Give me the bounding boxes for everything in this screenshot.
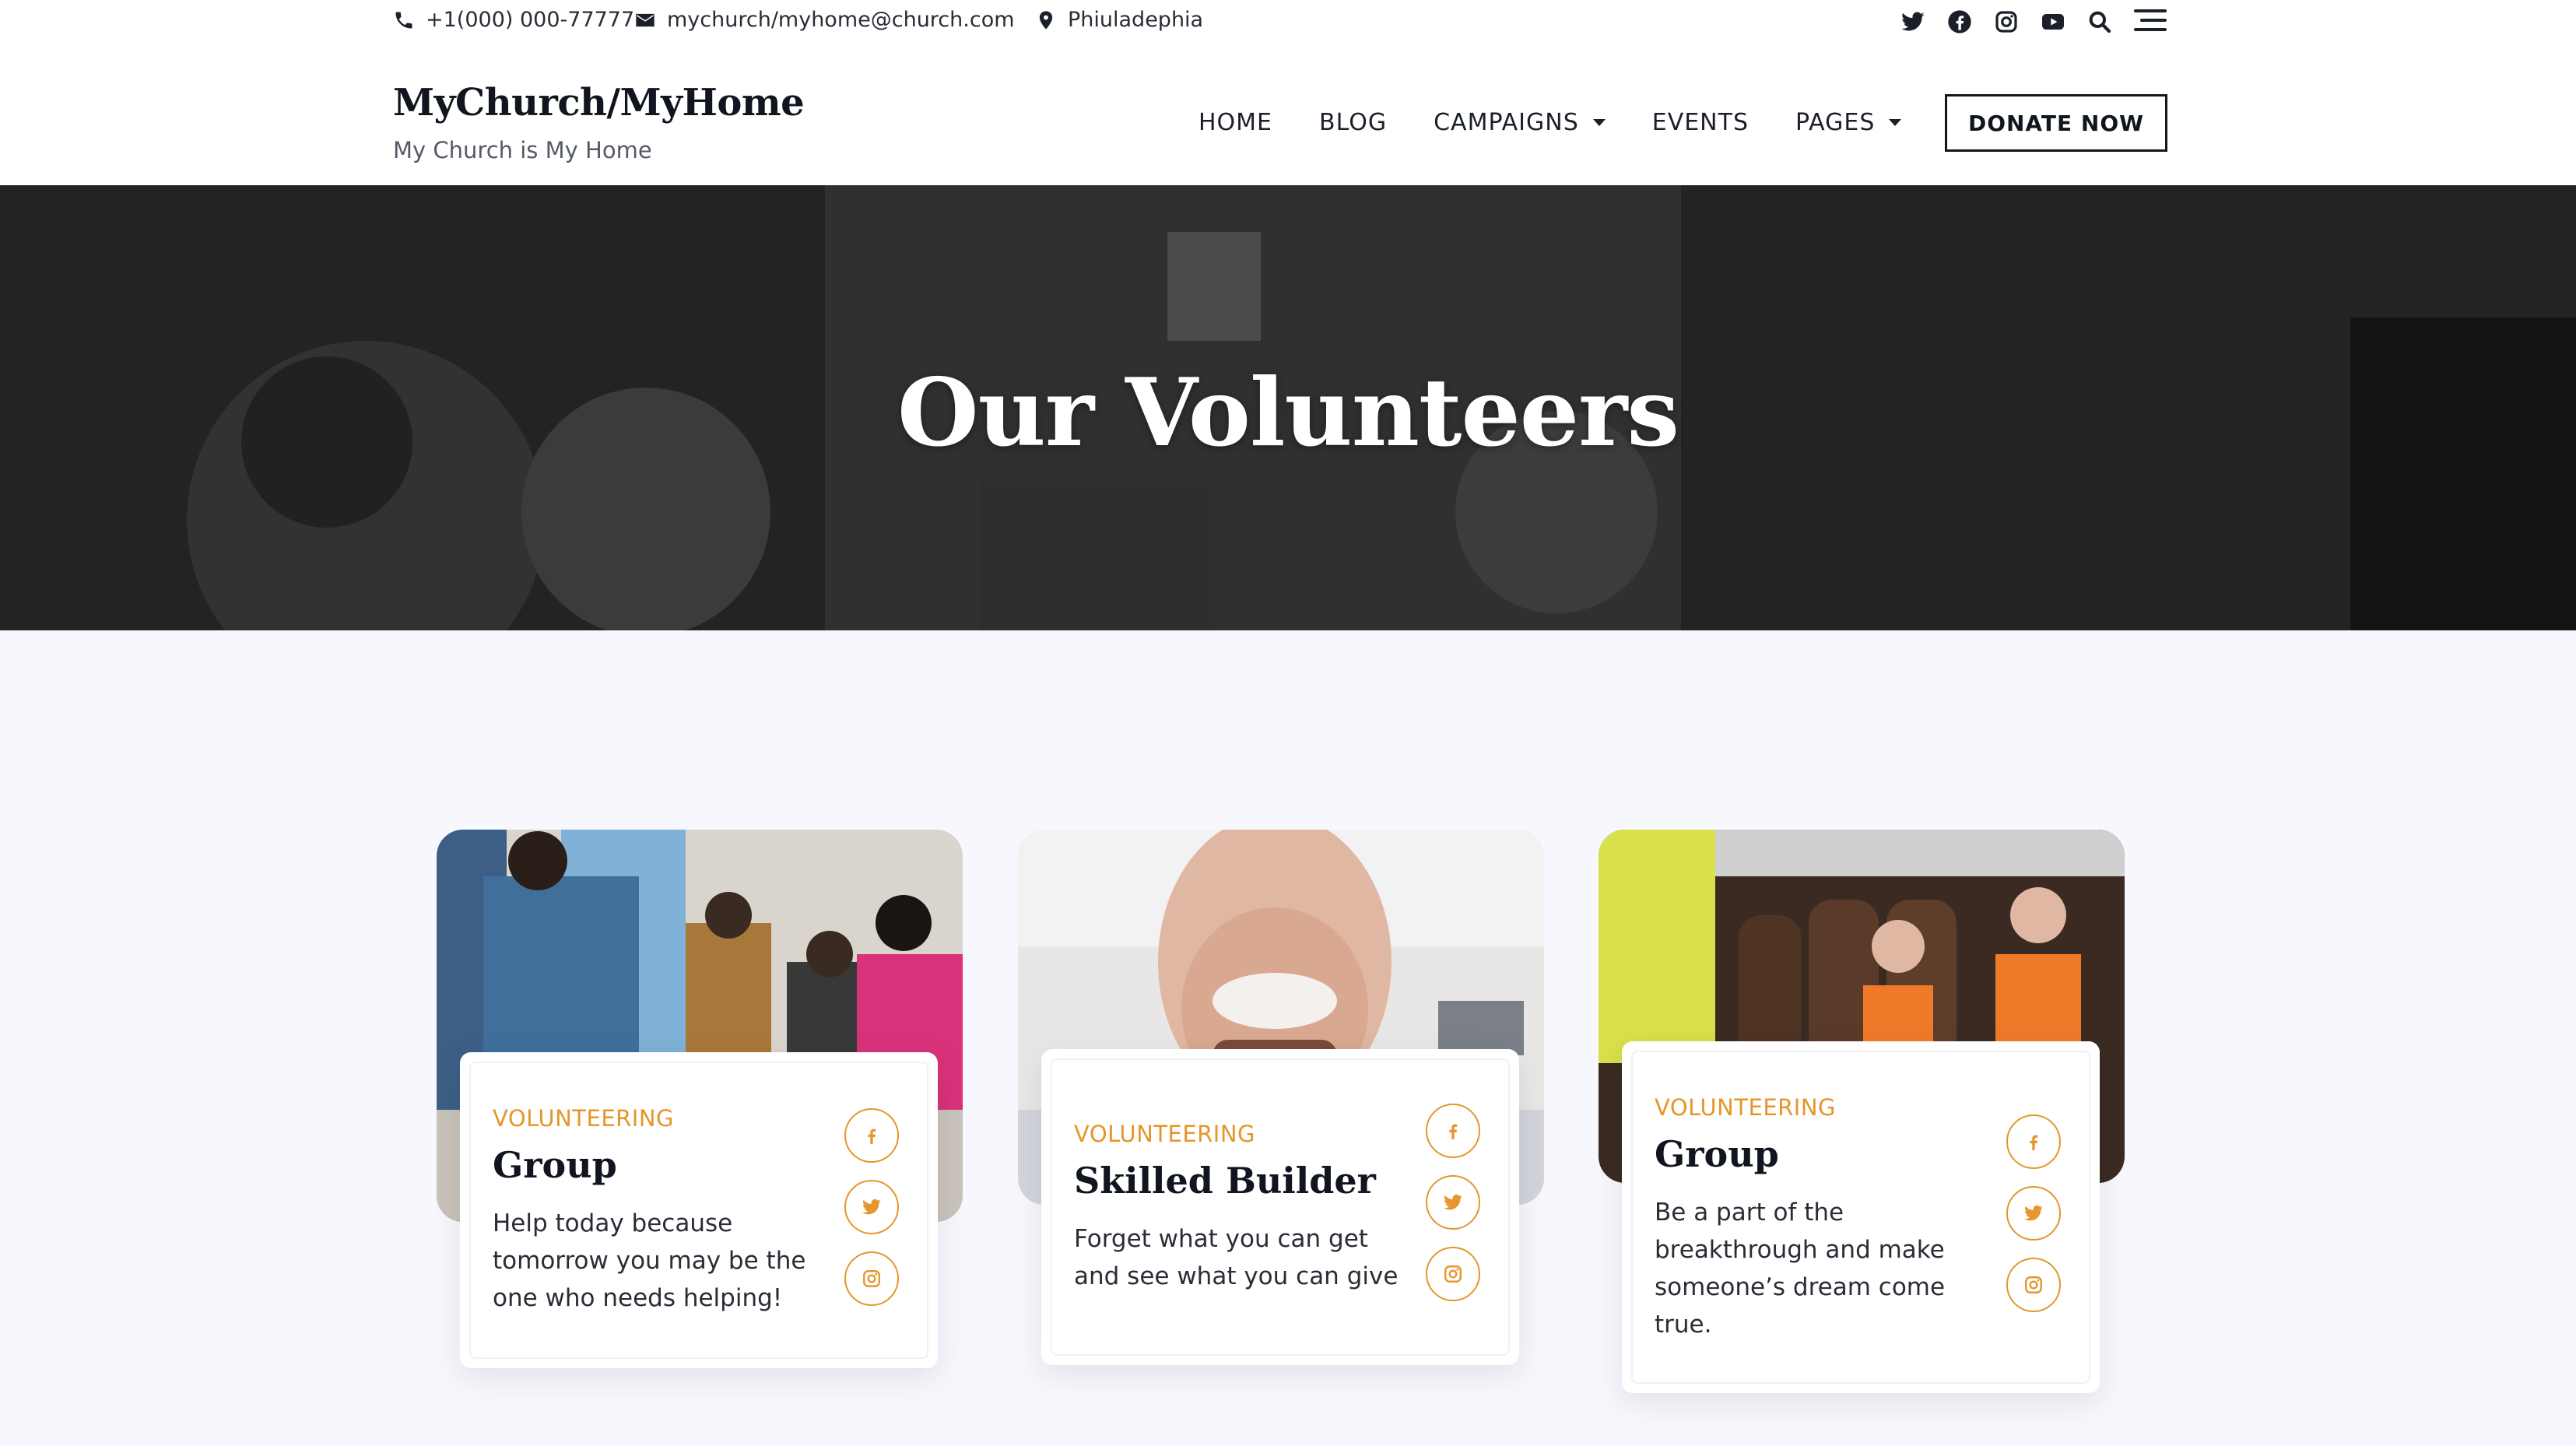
email-icon <box>634 9 656 31</box>
hamburger-menu-icon[interactable] <box>2134 9 2167 34</box>
card-twitter-button[interactable] <box>844 1180 899 1234</box>
site-header: MyChurch/MyHome My Church is My Home HOM… <box>0 48 2576 185</box>
facebook-icon <box>2030 1135 2038 1150</box>
chevron-down-icon <box>1889 119 1902 126</box>
instagram-icon <box>863 1270 880 1287</box>
nav-home-label: HOME <box>1199 109 1273 136</box>
location-contact: Phiuladephia <box>1035 8 1203 32</box>
facebook-icon <box>1449 1124 1458 1139</box>
card-description: Forget what you can get and see what you… <box>1074 1225 1399 1290</box>
card-title[interactable]: Group <box>1655 1133 1779 1175</box>
nav-blog-label: BLOG <box>1319 109 1388 136</box>
card-description: Be a part of the breakthrough and make s… <box>1655 1199 1946 1339</box>
facebook-icon[interactable] <box>1947 9 1972 34</box>
location-pin-icon <box>1035 9 1057 31</box>
location-text: Phiuladephia <box>1068 8 1204 32</box>
phone-icon <box>393 9 415 31</box>
twitter-icon[interactable] <box>1900 9 1925 34</box>
site-tagline: My Church is My Home <box>393 137 652 163</box>
donate-now-button[interactable]: DONATE NOW <box>1945 94 2167 152</box>
twitter-icon <box>862 1199 881 1215</box>
card-facebook-button[interactable] <box>1426 1104 1480 1158</box>
volunteer-card-2: VOLUNTEERING Skilled Builder Forget what… <box>1041 1049 1519 1365</box>
nav-campaigns-label: CAMPAIGNS <box>1434 109 1579 136</box>
nav-home[interactable]: HOME <box>1199 109 1272 136</box>
hamburger-line <box>2134 28 2167 31</box>
youtube-icon[interactable] <box>2041 9 2065 34</box>
phone-text: +1(000) 000-77777 <box>426 8 635 32</box>
card-category[interactable]: VOLUNTEERING <box>1655 1094 1836 1121</box>
chevron-down-icon <box>1592 119 1606 126</box>
card-instagram-button[interactable] <box>2006 1258 2061 1312</box>
card-description: Help today because tomorrow you may be t… <box>493 1209 806 1312</box>
page-title: Our Volunteers <box>897 358 1679 468</box>
nav-events-label: EVENTS <box>1651 109 1749 136</box>
facebook-icon <box>868 1128 876 1144</box>
card-category[interactable]: VOLUNTEERING <box>1074 1121 1255 1147</box>
search-icon[interactable] <box>2087 9 2112 34</box>
hamburger-line <box>2140 19 2167 22</box>
email-contact[interactable]: mychurch/myhome@church.com <box>634 8 1015 32</box>
nav-pages[interactable]: PAGES <box>1795 109 1902 136</box>
card-facebook-button[interactable] <box>844 1108 899 1163</box>
card-instagram-button[interactable] <box>844 1251 899 1306</box>
top-bar: +1(000) 000-77777 mychurch/myhome@church… <box>0 0 2576 48</box>
email-text: mychurch/myhome@church.com <box>667 8 1015 32</box>
volunteer-card-3: VOLUNTEERING Group Be a part of the brea… <box>1622 1041 2100 1393</box>
instagram-icon <box>1444 1265 1462 1283</box>
card-twitter-button[interactable] <box>1426 1175 1480 1230</box>
hero-banner: Our Volunteers <box>0 185 2576 630</box>
card-twitter-button[interactable] <box>2006 1186 2061 1241</box>
volunteer-card-1: VOLUNTEERING Group Help today because to… <box>460 1052 938 1368</box>
main-nav: HOME BLOG CAMPAIGNS EVENTS PAGES <box>1199 109 1902 136</box>
twitter-icon <box>1444 1194 1462 1210</box>
twitter-icon <box>2024 1205 2043 1221</box>
card-title[interactable]: Skilled Builder <box>1074 1160 1376 1202</box>
card-title[interactable]: Group <box>493 1144 617 1186</box>
phone-contact[interactable]: +1(000) 000-77777 <box>393 8 634 32</box>
social-links <box>1900 9 2112 34</box>
card-category[interactable]: VOLUNTEERING <box>493 1105 674 1132</box>
nav-blog[interactable]: BLOG <box>1319 109 1387 136</box>
nav-pages-label: PAGES <box>1795 109 1876 136</box>
hamburger-line <box>2134 9 2167 12</box>
card-instagram-button[interactable] <box>1426 1247 1480 1301</box>
nav-campaigns[interactable]: CAMPAIGNS <box>1434 109 1606 136</box>
instagram-icon <box>2025 1276 2042 1293</box>
site-brand[interactable]: MyChurch/MyHome <box>393 81 805 125</box>
instagram-icon[interactable] <box>1994 9 2019 34</box>
nav-events[interactable]: EVENTS <box>1652 109 1749 136</box>
card-facebook-button[interactable] <box>2006 1114 2061 1169</box>
